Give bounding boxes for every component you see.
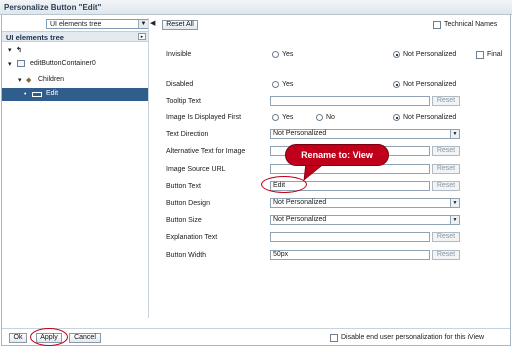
button-design-value: Not Personalized [273,199,327,206]
image-first-label: Image Is Displayed First [166,114,242,121]
technical-names-label: Technical Names [444,21,498,28]
button-text-label: Button Text [166,183,201,190]
collapse-pane-icon[interactable]: ◀ [150,19,156,28]
button-size-select[interactable]: Not Personalized ▼ [270,215,460,225]
image-first-not-personalized-radio[interactable] [393,114,400,121]
expand-icon[interactable]: ▾ [18,76,22,84]
button-size-label: Button Size [166,217,202,224]
disabled-label: Disabled [166,81,194,88]
button-text-reset-button[interactable]: Reset [432,181,460,191]
image-first-no-label: No [326,114,335,121]
image-first-not-personalized-label: Not Personalized [403,114,457,121]
tooltip-reset-button[interactable]: Reset [432,96,460,106]
pane-splitter[interactable] [148,18,149,318]
button-size-value: Not Personalized [273,216,327,223]
text-direction-select[interactable]: Not Personalized ▼ [270,129,460,139]
view-select-value: UI elements tree [50,21,102,28]
image-first-yes-label: Yes [282,114,294,121]
window-title: Personalize Button "Edit" [4,3,102,12]
disable-personalization-checkbox[interactable] [330,334,338,342]
invisible-yes-radio[interactable] [272,51,279,58]
invisible-label: Invisible [166,51,192,58]
bullet-icon: • [24,91,27,98]
pane-header: UI elements tree ▸ [2,31,148,42]
tree-item-children[interactable]: ▾ ◆ Children [2,73,148,87]
tree-item-container[interactable]: ▾ editButtonContainer0 [2,57,148,71]
view-select[interactable]: UI elements tree ▼ [46,19,149,29]
text-direction-value: Not Personalized [273,130,327,137]
button-width-label: Button Width [166,252,207,259]
tree-item-label: Edit [46,90,59,97]
tree-item-label: Children [38,76,65,83]
tree-item-edit[interactable]: • Edit [2,88,148,101]
pane-menu-icon[interactable]: ▸ [138,33,146,40]
disabled-yes-label: Yes [282,81,294,88]
left-pane: UI elements tree ▼ UI elements tree ▸ ▾ … [2,18,149,318]
invisible-yes-label: Yes [282,51,294,58]
technical-names-checkbox[interactable] [433,21,441,29]
text-direction-label: Text Direction [166,131,209,138]
alt-text-label: Alternative Text for Image [166,148,246,155]
expand-icon[interactable]: ▾ [8,60,12,68]
window-title-bar: Personalize Button "Edit" [0,0,512,15]
pane-header-title: UI elements tree [6,33,64,42]
button-width-input[interactable]: 50px [270,250,430,260]
tooltip-label: Tooltip Text [166,98,201,105]
disabled-not-personalized-radio[interactable] [393,81,400,88]
image-first-no-radio[interactable] [316,114,323,121]
button-icon [32,92,42,97]
tree-item-root[interactable]: ▾ ↰ [2,43,148,57]
invisible-not-personalized-label: Not Personalized [403,51,457,58]
chevron-down-icon[interactable]: ▼ [450,199,459,207]
alt-text-reset-button[interactable]: Reset [432,146,460,156]
folder-icon: ◆ [26,77,32,84]
button-design-label: Button Design [166,200,210,207]
final-checkbox[interactable] [476,51,484,59]
rename-callout: Rename to: View [285,144,389,166]
image-source-label: Image Source URL [166,166,226,173]
button-design-select[interactable]: Not Personalized ▼ [270,198,460,208]
explanation-reset-button[interactable]: Reset [432,232,460,242]
container-icon [17,60,25,67]
tooltip-input[interactable] [270,96,430,106]
explanation-label: Explanation Text [166,234,218,241]
image-source-reset-button[interactable]: Reset [432,164,460,174]
image-first-yes-radio[interactable] [272,114,279,121]
button-width-reset-button[interactable]: Reset [432,250,460,260]
cancel-button[interactable]: Cancel [69,333,101,343]
invisible-not-personalized-radio[interactable] [393,51,400,58]
apply-highlight-oval [30,328,68,346]
explanation-input[interactable] [270,232,430,242]
final-label: Final [487,51,503,58]
chevron-down-icon[interactable]: ▼ [138,20,148,28]
hierarchy-icon: ↰ [16,47,22,54]
chevron-down-icon[interactable]: ▼ [450,216,459,224]
disabled-yes-radio[interactable] [272,81,279,88]
chevron-down-icon[interactable]: ▼ [450,130,459,138]
disabled-not-personalized-label: Not Personalized [403,81,457,88]
tree-item-label: editButtonContainer0 [30,60,96,67]
expand-icon[interactable]: ▾ [8,46,12,54]
ok-button[interactable]: Ok [9,333,27,343]
disable-personalization-label: Disable end user personalization for thi… [341,334,485,341]
reset-all-button[interactable]: Reset All [162,20,198,30]
